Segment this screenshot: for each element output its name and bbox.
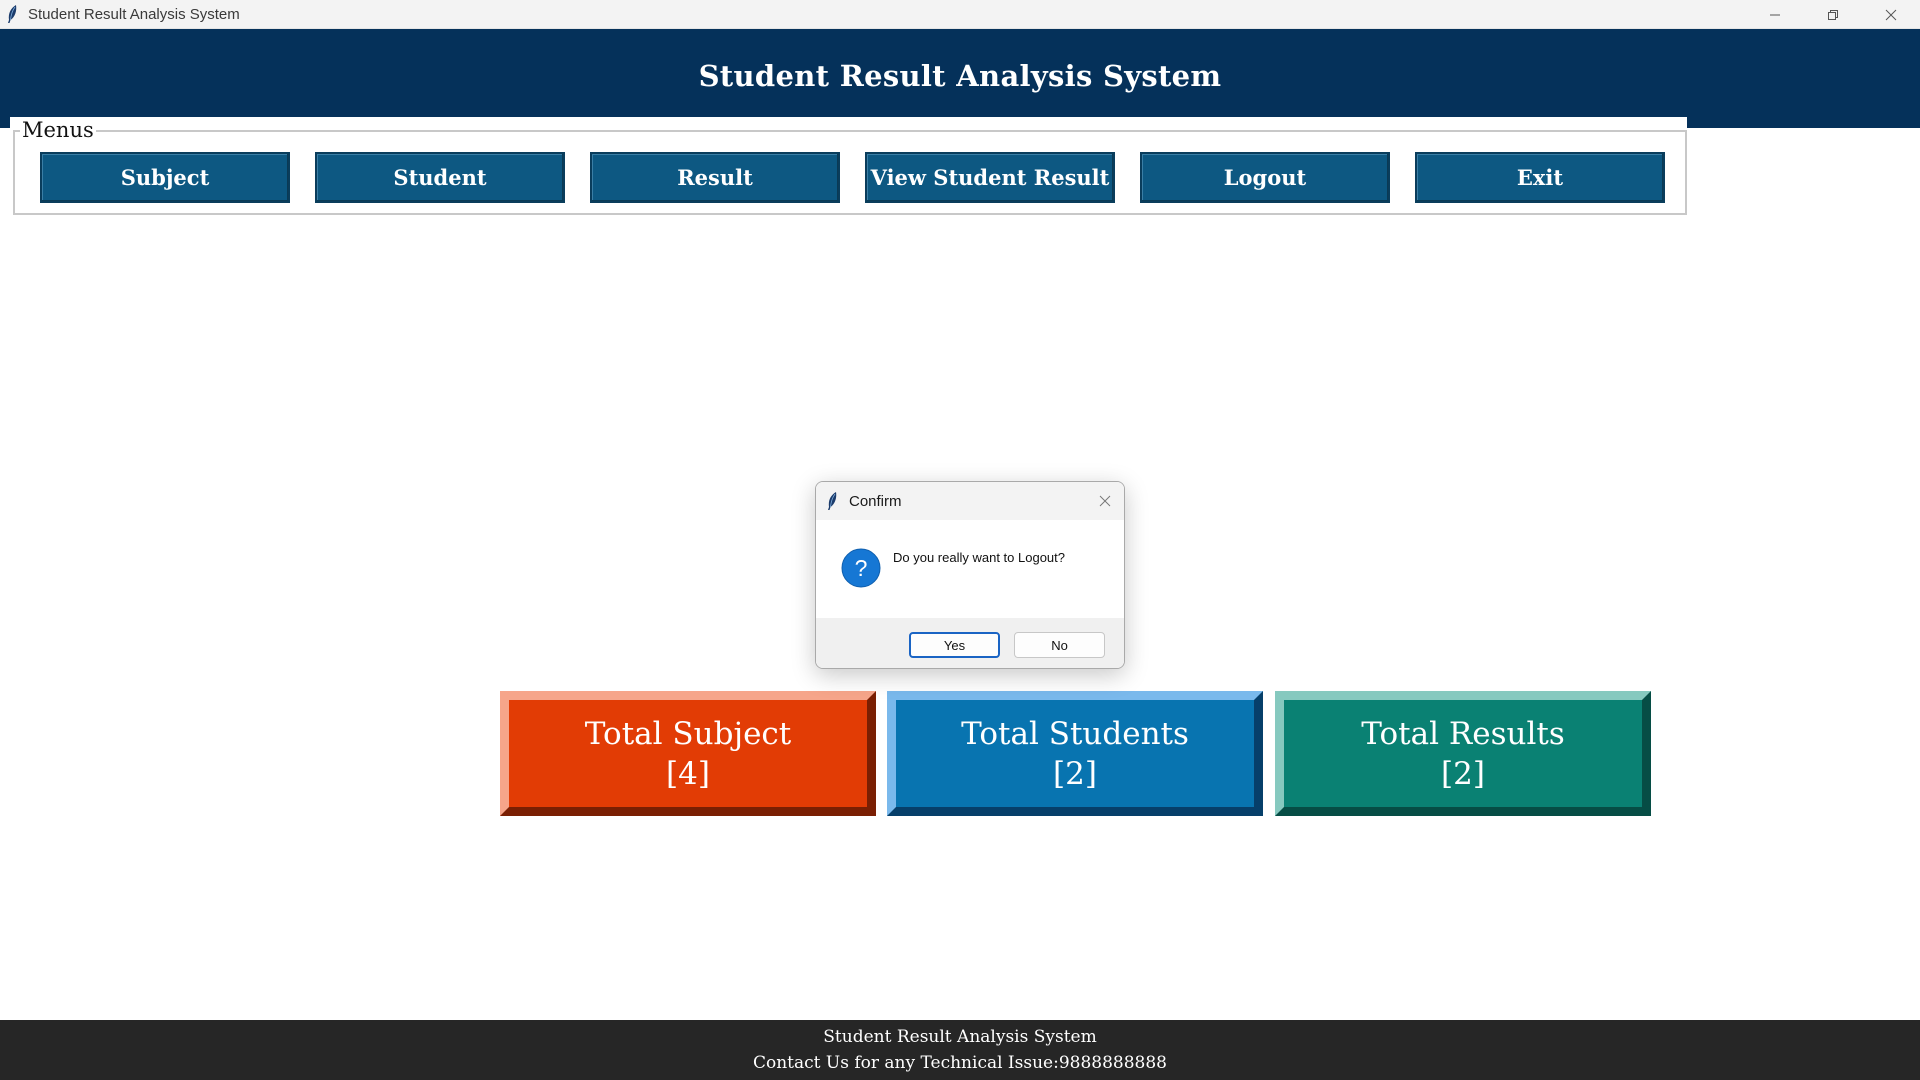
footer-title: Student Result Analysis System (823, 1027, 1097, 1047)
svg-text:?: ? (855, 555, 868, 581)
dialog-title: Confirm (849, 492, 902, 510)
restore-icon (1828, 9, 1838, 20)
feather-icon (1, 0, 23, 29)
total-subject-value: [4] (666, 755, 710, 792)
question-icon: ? (841, 548, 881, 588)
total-subject-label: Total Subject (584, 715, 792, 752)
restore-button[interactable] (1804, 0, 1862, 29)
minimize-button[interactable] (1746, 0, 1804, 29)
close-button[interactable] (1862, 0, 1920, 29)
exit-button[interactable]: Exit (1415, 152, 1665, 203)
result-button[interactable]: Result (590, 152, 840, 203)
logout-button[interactable]: Logout (1140, 152, 1390, 203)
dialog-message: Do you really want to Logout? (893, 550, 1065, 565)
subject-button[interactable]: Subject (40, 152, 290, 203)
student-button[interactable]: Student (315, 152, 565, 203)
total-students-label: Total Students (961, 715, 1189, 752)
dialog-titlebar: Confirm (816, 482, 1124, 520)
total-students-card: Total Students [2] (887, 691, 1263, 816)
total-results-value: [2] (1441, 755, 1485, 792)
total-results-label: Total Results (1361, 715, 1565, 752)
total-subject-card: Total Subject [4] (500, 691, 876, 816)
feather-icon (826, 491, 840, 511)
window-titlebar: Student Result Analysis System (0, 0, 1920, 29)
yes-button[interactable]: Yes (909, 632, 1000, 658)
page-title: Student Result Analysis System (698, 59, 1222, 93)
menus-legend: Menus (20, 117, 96, 143)
total-students-value: [2] (1053, 755, 1097, 792)
app-footer: Student Result Analysis System Contact U… (0, 1020, 1920, 1080)
no-button[interactable]: No (1014, 632, 1105, 658)
window-title: Student Result Analysis System (28, 5, 240, 23)
app-header: Student Result Analysis System (0, 29, 1920, 128)
close-icon (1885, 9, 1897, 20)
dialog-body: ? Do you really want to Logout? (816, 520, 1124, 598)
minimize-icon (1770, 14, 1780, 15)
dialog-close-button[interactable] (1094, 490, 1116, 512)
view-student-result-button[interactable]: View Student Result (865, 152, 1115, 203)
footer-contact: Contact Us for any Technical Issue:98888… (752, 1053, 1167, 1073)
close-icon (1099, 495, 1111, 507)
total-results-card: Total Results [2] (1275, 691, 1651, 816)
confirm-dialog: Confirm ? Do you really want to Logout? … (815, 481, 1125, 669)
